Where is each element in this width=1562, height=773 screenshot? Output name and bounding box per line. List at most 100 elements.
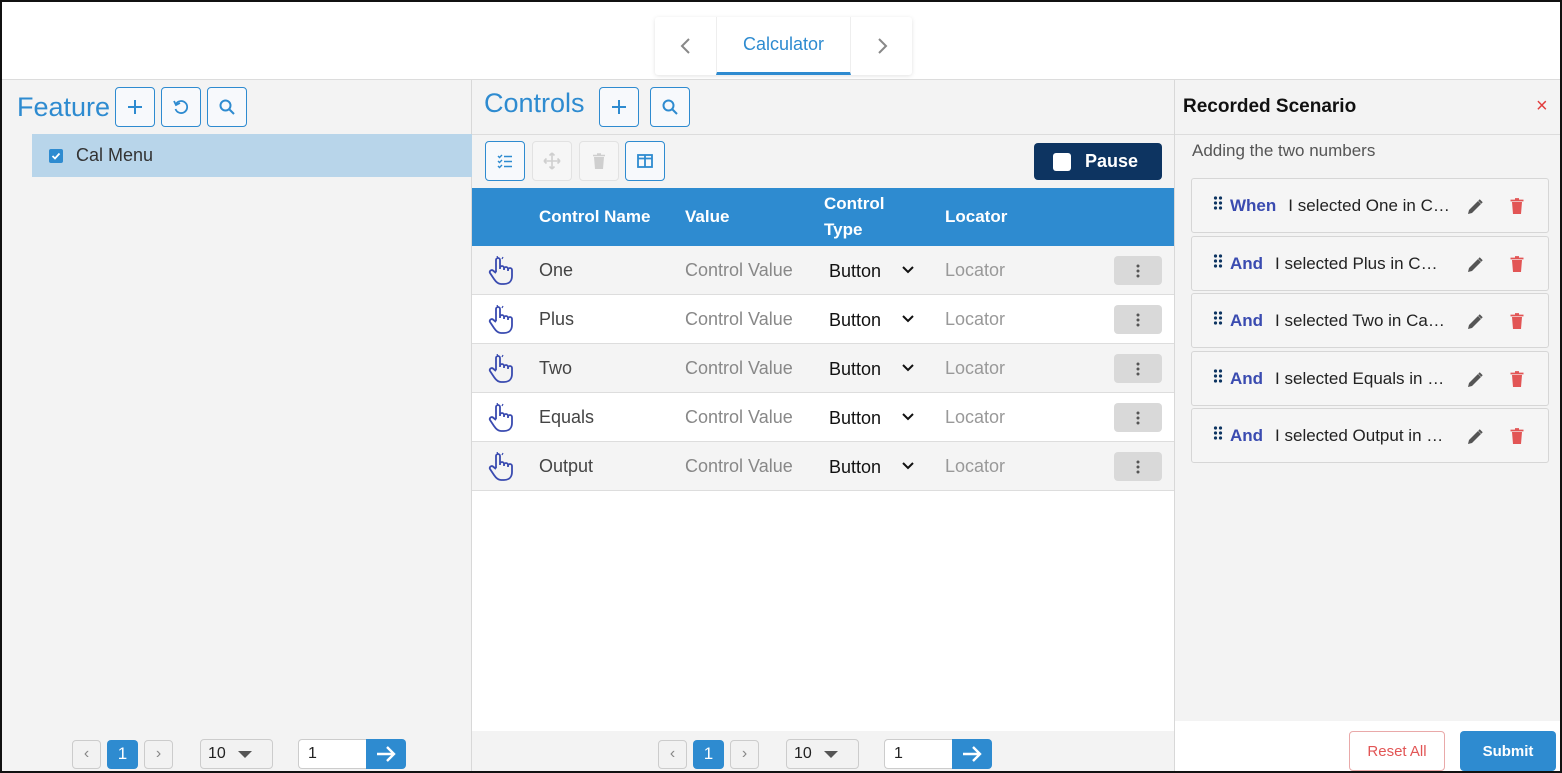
goto-page-input[interactable]: 1	[298, 739, 366, 769]
scenario-step[interactable]: And I selected Equals in Calculator	[1191, 351, 1549, 406]
scenario-step[interactable]: And I selected Plus in Calculator	[1191, 236, 1549, 291]
goto-page-button[interactable]	[952, 739, 992, 769]
col-value[interactable]: Value	[685, 188, 729, 246]
chevron-down-icon[interactable]	[900, 311, 916, 327]
table-row[interactable]: Plus Control Value Button Locator	[472, 295, 1174, 344]
pencil-icon[interactable]	[1466, 428, 1484, 451]
refresh-feature-button[interactable]	[161, 87, 201, 127]
control-type-select[interactable]: Button	[829, 457, 881, 478]
tab-calculator[interactable]: Calculator	[716, 17, 851, 75]
move-button[interactable]	[532, 141, 572, 181]
page-size-select[interactable]: 10	[786, 739, 859, 769]
drag-handle-icon[interactable]	[1213, 425, 1223, 446]
more-vertical-icon	[1136, 411, 1140, 425]
columns-button[interactable]	[625, 141, 665, 181]
scenario-step[interactable]: When I selected One in Calculator	[1191, 178, 1549, 233]
page-number[interactable]: 1	[693, 739, 724, 769]
more-vertical-icon	[1136, 460, 1140, 474]
drag-handle-icon[interactable]	[1213, 310, 1223, 331]
locator-cell[interactable]: Locator	[945, 309, 1005, 330]
locator-cell[interactable]: Locator	[945, 358, 1005, 379]
col-control-type[interactable]: Control Type	[824, 188, 904, 246]
goto-page-input[interactable]: 1	[884, 739, 952, 769]
control-type-select[interactable]: Button	[829, 408, 881, 429]
trash-icon[interactable]	[1509, 255, 1525, 278]
page-next-button[interactable]: ›	[144, 739, 173, 769]
drag-handle-icon[interactable]	[1213, 368, 1223, 389]
close-icon[interactable]: ×	[1536, 95, 1548, 118]
table-row[interactable]: Output Control Value Button Locator	[472, 442, 1174, 491]
reset-all-button[interactable]: Reset All	[1349, 731, 1445, 771]
add-control-button[interactable]	[599, 87, 639, 127]
control-value-cell[interactable]: Control Value	[685, 358, 793, 379]
table-header: Control Name Value Control Type Locator	[472, 188, 1174, 246]
control-name-cell: Two	[539, 358, 573, 378]
control-value-cell[interactable]: Control Value	[685, 309, 793, 330]
scenario-step[interactable]: And I selected Two in Calculator	[1191, 293, 1549, 348]
trash-icon[interactable]	[1509, 312, 1525, 335]
controls-title: Controls	[484, 88, 585, 118]
page-size-select[interactable]: 10	[200, 739, 273, 769]
locator-cell[interactable]: Locator	[945, 456, 1005, 477]
control-type-select[interactable]: Button	[829, 359, 881, 380]
pencil-icon[interactable]	[1466, 256, 1484, 279]
page-prev-button[interactable]: ‹	[658, 739, 687, 769]
page-prev-button[interactable]: ‹	[72, 739, 101, 769]
trash-icon[interactable]	[1509, 370, 1525, 393]
control-value-cell[interactable]: Control Value	[685, 407, 793, 428]
locator-cell[interactable]: Locator	[945, 407, 1005, 428]
drag-handle-icon[interactable]	[1213, 253, 1223, 274]
trash-icon[interactable]	[1509, 427, 1525, 450]
checklist-button[interactable]	[485, 141, 525, 181]
search-feature-button[interactable]	[207, 87, 247, 127]
row-menu-button[interactable]	[1114, 354, 1162, 383]
checkbox-icon[interactable]	[49, 148, 63, 163]
table-row[interactable]: Equals Control Value Button Locator	[472, 393, 1174, 442]
add-feature-button[interactable]	[115, 87, 155, 127]
row-menu-button[interactable]	[1114, 403, 1162, 432]
chevron-left-icon	[680, 38, 690, 54]
row-menu-button[interactable]	[1114, 452, 1162, 481]
row-menu-button[interactable]	[1114, 305, 1162, 334]
table-row[interactable]: One Control Value Button Locator	[472, 246, 1174, 295]
controls-pager: ‹ 1 › 10 1	[658, 739, 992, 769]
tree-item-label: Cal Menu	[76, 145, 154, 165]
control-type-select[interactable]: Button	[829, 310, 881, 331]
more-vertical-icon	[1136, 313, 1140, 327]
chevron-right-icon	[877, 38, 887, 54]
col-locator[interactable]: Locator	[945, 188, 1007, 246]
pencil-icon[interactable]	[1466, 198, 1484, 221]
pause-button[interactable]: Pause	[1034, 143, 1162, 180]
tab-prev-button[interactable]	[655, 17, 716, 75]
trash-icon[interactable]	[1509, 197, 1525, 220]
control-name-cell: Plus	[539, 309, 575, 329]
page-next-button[interactable]: ›	[730, 739, 759, 769]
tree-item-cal-menu[interactable]: Cal Menu	[32, 134, 472, 177]
control-value-cell[interactable]: Control Value	[685, 456, 793, 477]
delete-control-button[interactable]	[579, 141, 619, 181]
goto-page-button[interactable]	[366, 739, 406, 769]
chevron-down-icon[interactable]	[900, 458, 916, 474]
locator-cell[interactable]: Locator	[945, 260, 1005, 281]
step-keyword: And	[1230, 425, 1264, 445]
row-menu-button[interactable]	[1114, 256, 1162, 285]
trash-icon	[593, 153, 605, 169]
chevron-down-icon[interactable]	[900, 262, 916, 278]
controls-table: Control Name Value Control Type Locator …	[472, 188, 1174, 731]
page-number[interactable]: 1	[107, 739, 138, 769]
table-row[interactable]: Two Control Value Button Locator	[472, 344, 1174, 393]
tab-next-button[interactable]	[851, 17, 912, 75]
control-value-cell[interactable]: Control Value	[685, 260, 793, 281]
chevron-down-icon[interactable]	[900, 360, 916, 376]
scenario-footer: Reset All Submit	[1175, 721, 1560, 771]
chevron-down-icon[interactable]	[900, 409, 916, 425]
control-type-select[interactable]: Button	[829, 261, 881, 282]
step-keyword: When	[1230, 195, 1277, 215]
col-control-name[interactable]: Control Name	[539, 188, 650, 246]
search-control-button[interactable]	[650, 87, 690, 127]
pencil-icon[interactable]	[1466, 313, 1484, 336]
scenario-step[interactable]: And I selected Output in Calculator	[1191, 408, 1549, 463]
pencil-icon[interactable]	[1466, 371, 1484, 394]
drag-handle-icon[interactable]	[1213, 195, 1223, 216]
submit-button[interactable]: Submit	[1460, 731, 1556, 771]
